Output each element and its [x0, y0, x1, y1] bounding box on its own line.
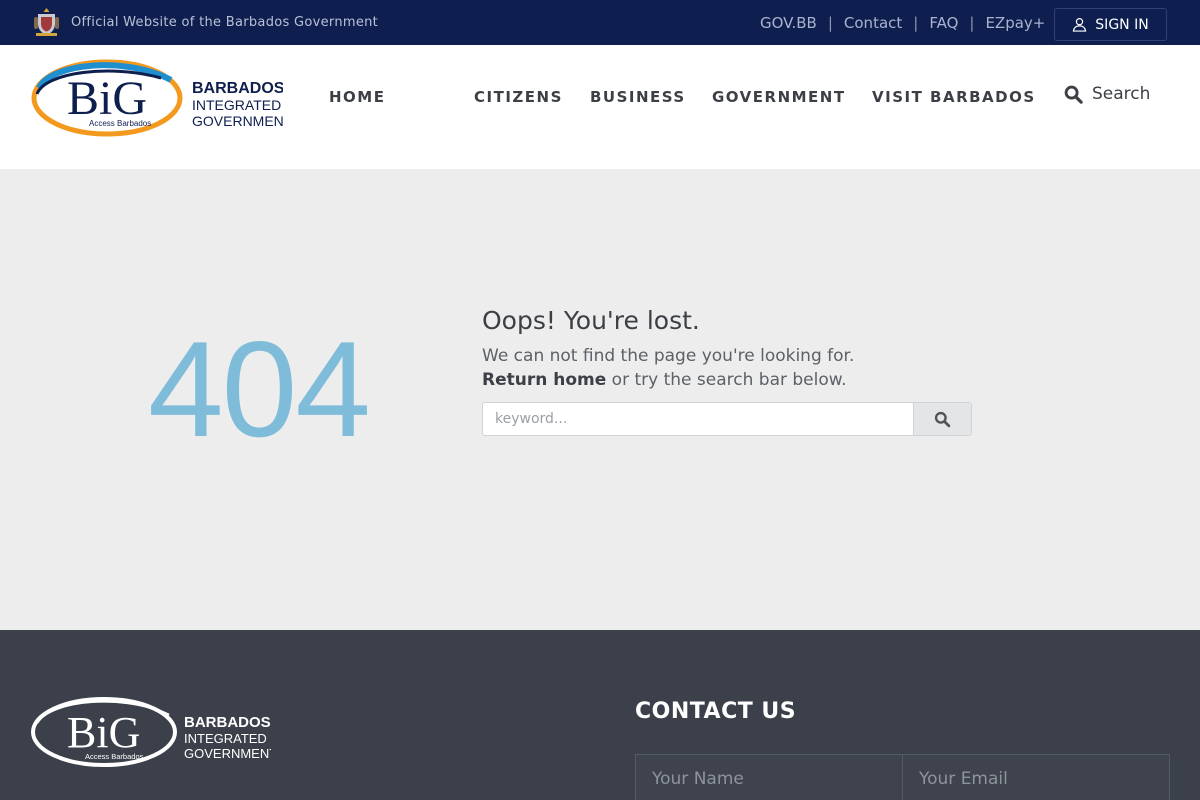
separator: |	[969, 14, 975, 32]
main-nav: BiG Access Barbados BARBADOS INTEGRATED …	[0, 45, 1200, 169]
logo-line1: BARBADOS	[192, 80, 283, 97]
error-return-line: Return home or try the search bar below.	[482, 370, 847, 390]
coat-of-arms-icon	[34, 8, 59, 36]
separator: |	[827, 14, 833, 32]
footer-big-logo[interactable]: BiG Access Barbados BARBADOS INTEGRATED …	[31, 695, 271, 769]
logo-line3: GOVERNMENT	[192, 113, 283, 129]
nav-visit-barbados[interactable]: VISIT BARBADOS	[872, 88, 1036, 106]
top-link-contact[interactable]: Contact	[844, 14, 902, 32]
footer-logo-line3: GOVERNMENT	[184, 746, 271, 761]
search-submit-button[interactable]	[913, 403, 971, 435]
contact-us-heading: CONTACT US	[635, 699, 797, 724]
separator: |	[913, 14, 919, 32]
sign-in-button[interactable]: SIGN IN	[1054, 8, 1167, 41]
nav-government[interactable]: GOVERNMENT	[712, 88, 846, 106]
logo-mark: BiG	[67, 72, 147, 125]
your-name-field[interactable]	[635, 754, 903, 800]
nav-citizens[interactable]: CITIZENS	[474, 88, 563, 106]
top-link-govbb[interactable]: GOV.BB	[760, 14, 817, 32]
sign-in-label: SIGN IN	[1095, 16, 1149, 33]
logo-line2: INTEGRATED	[192, 97, 281, 113]
keyword-search-input[interactable]	[483, 403, 913, 435]
top-link-faq[interactable]: FAQ	[929, 14, 958, 32]
footer-logo-mark: BiG	[67, 708, 140, 757]
top-bar: Official Website of the Barbados Governm…	[0, 0, 1200, 45]
search-icon	[934, 411, 951, 427]
footer-logo-tagline: Access Barbados	[85, 752, 144, 761]
top-link-ezpay[interactable]: EZpay+	[985, 14, 1045, 32]
error-section: 404 Oops! You're lost. We can not find t…	[0, 169, 1200, 630]
error-search-form	[482, 402, 972, 436]
return-suffix: or try the search bar below.	[606, 370, 847, 390]
error-message: We can not find the page you're looking …	[482, 346, 855, 366]
footer-logo-line1: BARBADOS	[184, 714, 271, 731]
error-heading: Oops! You're lost.	[482, 306, 700, 335]
big-logo[interactable]: BiG Access Barbados BARBADOS INTEGRATED …	[31, 58, 283, 138]
user-icon	[1073, 17, 1087, 32]
nav-search-button[interactable]: Search	[1064, 84, 1150, 104]
nav-business[interactable]: BUSINESS	[590, 88, 686, 106]
nav-search-label: Search	[1092, 84, 1151, 104]
your-email-field[interactable]	[902, 754, 1170, 800]
footer-logo-line2: INTEGRATED	[184, 731, 267, 746]
nav-home[interactable]: HOME	[329, 88, 385, 106]
return-home-link[interactable]: Return home	[482, 370, 606, 390]
error-code: 404	[148, 313, 371, 465]
official-website-text: Official Website of the Barbados Governm…	[71, 15, 379, 30]
top-links: GOV.BB | Contact | FAQ | EZpay+	[760, 14, 1045, 32]
logo-tagline: Access Barbados	[89, 119, 151, 128]
search-icon	[1064, 85, 1083, 104]
footer: BiG Access Barbados BARBADOS INTEGRATED …	[0, 630, 1200, 800]
